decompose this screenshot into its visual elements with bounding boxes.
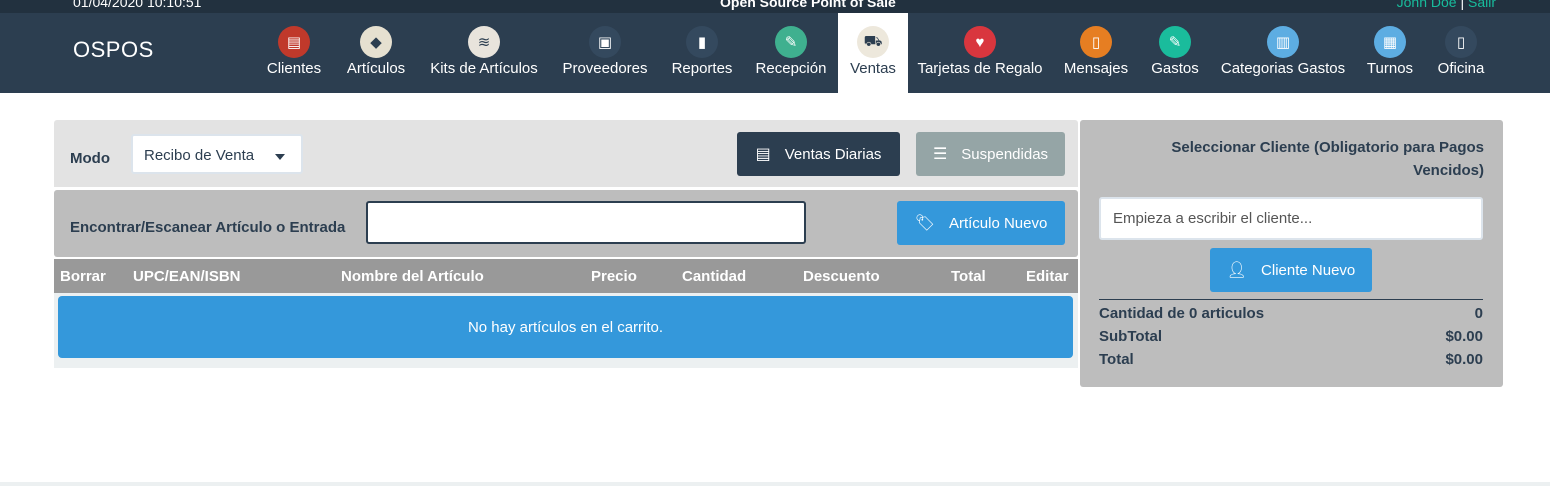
suspended-label: Suspendidas xyxy=(961,145,1049,163)
nav-item-ventas[interactable]: ⛟ Ventas xyxy=(838,13,908,93)
nav-item-reportes[interactable]: ▮ Reportes xyxy=(662,13,742,93)
nav-item-articulos[interactable]: ◆ Artículos xyxy=(336,13,416,93)
daily-sales-button[interactable]: ▤ Ventas Diarias xyxy=(737,132,900,176)
footer-divider xyxy=(0,482,1550,486)
col-price: Precio xyxy=(591,268,637,285)
phone-icon: ▯ xyxy=(1080,26,1112,58)
nav-item-oficina[interactable]: ▯ Oficina xyxy=(1426,13,1496,93)
heart-icon: ♥ xyxy=(964,26,996,58)
nav-label: Ventas xyxy=(850,60,896,77)
nav-item-kits[interactable]: ≋ Kits de Artículos xyxy=(420,13,548,93)
new-customer-label: Cliente Nuevo xyxy=(1261,261,1356,279)
bar-chart-icon: ▮ xyxy=(686,26,718,58)
top-status-bar: 01/04/2020 10:10:51 Open Source Point of… xyxy=(0,0,1550,13)
tag-icon: 🏷︎ xyxy=(914,215,935,232)
col-discount: Descuento xyxy=(803,268,880,285)
datetime: 01/04/2020 10:10:51 xyxy=(73,0,202,10)
daily-sales-label: Ventas Diarias xyxy=(784,145,882,163)
layers-icon: ≋ xyxy=(468,26,500,58)
briefcase-icon: ▣ xyxy=(589,26,621,58)
nav-item-gastos[interactable]: ✎ Gastos xyxy=(1142,13,1208,93)
summary-label: Total xyxy=(1099,351,1134,368)
mode-select-value: Recibo de Venta xyxy=(144,147,255,164)
cart-table-header: Borrar UPC/EAN/ISBN Nombre del Artículo … xyxy=(54,259,1078,293)
summary-divider xyxy=(1099,299,1483,300)
nav-label: Reportes xyxy=(671,60,733,77)
nav-item-recepcion[interactable]: ✎ Recepción xyxy=(746,13,836,93)
nav-label: Tarjetas de Regalo xyxy=(917,60,1043,77)
item-search-panel: Encontrar/Escanear Artículo o Entrada 🏷︎… xyxy=(54,190,1078,257)
receiving-icon: ✎ xyxy=(775,26,807,58)
app-title: Open Source Point of Sale xyxy=(720,0,896,10)
nav-item-tarjetas-regalo[interactable]: ♥ Tarjetas de Regalo xyxy=(912,13,1048,93)
find-item-label: Encontrar/Escanear Artículo o Entrada xyxy=(70,219,346,236)
mode-label: Modo xyxy=(70,150,110,167)
new-item-button[interactable]: 🏷︎ Artículo Nuevo xyxy=(897,201,1065,245)
user-links: John Doe | Salir xyxy=(1397,0,1496,10)
summary-value: $0.00 xyxy=(1445,328,1483,345)
register-mode-panel: Modo Recibo de Venta ▤ Ventas Diarias ☰ … xyxy=(54,120,1078,187)
item-search-input[interactable] xyxy=(366,201,806,244)
col-total: Total xyxy=(951,268,986,285)
user-name-link[interactable]: John Doe xyxy=(1397,0,1457,10)
summary-value: $0.00 xyxy=(1445,351,1483,368)
col-item-name: Nombre del Artículo xyxy=(341,268,484,285)
nav-label: Oficina xyxy=(1437,60,1485,77)
chevron-down-icon xyxy=(275,154,285,160)
nav-item-proveedores[interactable]: ▣ Proveedores xyxy=(552,13,658,93)
brand-logo[interactable]: OSPOS xyxy=(73,37,154,63)
suspended-button[interactable]: ☰ Suspendidas xyxy=(916,132,1065,176)
user-separator: | xyxy=(1460,0,1465,10)
list-alt-icon: ▤ xyxy=(755,146,771,163)
summary-row-total: Total $0.00 xyxy=(1099,351,1483,368)
nav-label: Proveedores xyxy=(562,60,648,77)
nav-label: Clientes xyxy=(266,60,322,77)
col-borrar: Borrar xyxy=(60,268,106,285)
nav-label: Mensajes xyxy=(1063,60,1129,77)
books-icon: ▦ xyxy=(1374,26,1406,58)
col-edit: Editar xyxy=(1026,268,1069,285)
summary-value: 0 xyxy=(1474,305,1483,322)
summary-row-subtotal: SubTotal $0.00 xyxy=(1099,328,1483,345)
empty-cart-message: No hay artículos en el carrito. xyxy=(58,296,1073,358)
nav-label: Kits de Artículos xyxy=(430,60,538,77)
shopping-cart-icon: ⛟ xyxy=(857,26,889,58)
nav-label: Gastos xyxy=(1151,60,1199,77)
summary-row-item-count: Cantidad de 0 articulos 0 xyxy=(1099,305,1483,322)
logout-link[interactable]: Salir xyxy=(1468,0,1496,10)
main-navbar: OSPOS ▤ Clientes ◆ Artículos ≋ Kits de A… xyxy=(0,13,1550,93)
nav-item-clientes[interactable]: ▤ Clientes xyxy=(256,13,332,93)
customer-search-input[interactable] xyxy=(1099,197,1483,240)
nav-label: Categorias Gastos xyxy=(1220,60,1346,77)
cart-table-body: No hay artículos en el carrito. xyxy=(54,293,1078,368)
col-upc: UPC/EAN/ISBN xyxy=(133,268,241,285)
clipboard-icon: ▥ xyxy=(1267,26,1299,58)
new-item-label: Artículo Nuevo xyxy=(948,214,1048,232)
nav-label: Artículos xyxy=(346,60,406,77)
nav-item-turnos[interactable]: ▦ Turnos xyxy=(1358,13,1422,93)
nav-label: Turnos xyxy=(1366,60,1414,77)
nav-label: Recepción xyxy=(755,60,827,77)
select-customer-label: Seleccionar Cliente (Obligatorio para Pa… xyxy=(1171,139,1484,179)
nav-item-categorias-gastos[interactable]: ▥ Categorias Gastos xyxy=(1212,13,1354,93)
list-icon: ☰ xyxy=(932,146,948,163)
nav-item-mensajes[interactable]: ▯ Mensajes xyxy=(1054,13,1138,93)
door-icon: ▯ xyxy=(1445,26,1477,58)
customer-summary-panel: Seleccionar Cliente (Obligatorio para Pa… xyxy=(1080,120,1503,387)
address-book-icon: ▤ xyxy=(278,26,310,58)
summary-label: SubTotal xyxy=(1099,328,1163,345)
user-icon: 👤︎ xyxy=(1226,262,1248,279)
summary-label: Cantidad de 0 articulos xyxy=(1099,305,1265,322)
new-customer-button[interactable]: 👤︎ Cliente Nuevo xyxy=(1210,248,1372,292)
mode-select[interactable]: Recibo de Venta xyxy=(131,134,303,174)
edit-icon: ✎ xyxy=(1159,26,1191,58)
tag-icon: ◆ xyxy=(360,26,392,58)
col-quantity: Cantidad xyxy=(682,268,747,285)
